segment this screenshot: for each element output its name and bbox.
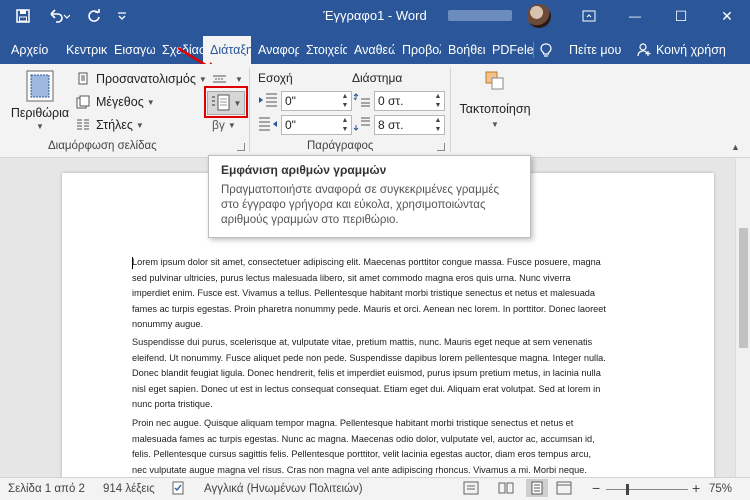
tooltip-body: Πραγματοποιήστε αναφορά σε συγκεκριμένες… [221, 184, 500, 226]
collapse-ribbon-icon[interactable]: ▲ [731, 142, 740, 152]
zoom-out-button[interactable]: − [592, 480, 600, 496]
scrollbar-thumb[interactable] [739, 228, 748, 348]
columns-label: Στήλες [96, 118, 133, 132]
zoom-slider[interactable] [606, 489, 688, 490]
tab-pdfelement[interactable]: PDFelement [485, 36, 533, 64]
tab-home[interactable]: Κεντρική [59, 36, 107, 64]
indent-left-input[interactable]: 0" ▲ ▼ [281, 91, 352, 111]
size-button[interactable]: Μέγεθος ▼ [76, 93, 155, 111]
spacing-label: Διάστημα [352, 71, 403, 85]
columns-icon [77, 119, 89, 130]
page-count[interactable]: Σελίδα 1 από 2 [8, 483, 85, 495]
margins-button[interactable]: Περιθώρια ▼ [10, 68, 70, 138]
spacing-after-value: 8 στ. [378, 118, 404, 132]
vertical-scrollbar[interactable] [735, 158, 750, 477]
print-layout-icon[interactable] [526, 479, 548, 497]
proofing-icon[interactable] [172, 481, 186, 498]
arrange-label: Τακτοποίηση [459, 102, 531, 116]
group-separator [249, 68, 250, 152]
spacing-before-value: 0 στ. [378, 94, 404, 108]
orientation-icon [78, 72, 88, 85]
paragraph-group-label: Παράγραφος [307, 140, 374, 152]
hyphenation-button[interactable]: βγ ▼ [212, 116, 236, 134]
line-numbers-tooltip: Εμφάνιση αριθμών γραμμών Πραγματοποιήστε… [208, 155, 531, 238]
close-button[interactable]: ✕ [704, 0, 750, 32]
tab-review[interactable]: Αναθεώρηση [347, 36, 395, 64]
indent-left-value: 0" [285, 94, 296, 108]
status-bar: Σελίδα 1 από 2 914 λέξεις Αγγλικά (Ηνωμέ… [0, 477, 750, 500]
undo-icon[interactable] [44, 6, 74, 26]
highlight-box [204, 86, 248, 118]
restore-button[interactable]: ☐ [658, 0, 704, 32]
zoom-slider-thumb[interactable] [626, 484, 629, 495]
word-count[interactable]: 914 λέξεις [103, 483, 155, 495]
share-button[interactable]: Κοινή χρήση [651, 36, 750, 64]
breaks-icon [213, 75, 226, 83]
account-name-blurred [448, 10, 512, 21]
zoom-level[interactable]: 75% [709, 483, 732, 495]
indent-right-icon [258, 116, 278, 132]
tab-view[interactable]: Προβολή [395, 36, 441, 64]
indent-label: Εσοχή [258, 71, 293, 85]
orientation-button[interactable]: Προσανατολισμός ▼ [76, 70, 207, 88]
lightbulb-icon[interactable] [538, 36, 554, 64]
spinner-icon[interactable]: ▲ ▼ [432, 116, 444, 134]
size-icon [76, 95, 90, 109]
paragraph-1[interactable]: Lorem ipsum dolor sit amet, consectetuer… [132, 255, 606, 333]
save-icon[interactable] [12, 6, 34, 26]
customize-qat-icon[interactable] [114, 6, 130, 26]
tell-me-search[interactable]: Πείτε μου [556, 36, 628, 64]
language-indicator[interactable]: Αγγλικά (Ηνωμένων Πολιτειών) [204, 483, 363, 495]
arrange-button[interactable]: Τακτοποίηση ▼ [458, 70, 532, 136]
hyphenation-label: βγ [212, 118, 225, 132]
page-setup-group-label: Διαμόρφωση σελίδας [48, 140, 157, 152]
group-separator [450, 68, 451, 152]
spinner-icon[interactable]: ▲ ▼ [432, 92, 444, 110]
avatar[interactable] [527, 4, 551, 28]
arrange-icon [485, 71, 504, 90]
spinner-icon[interactable]: ▲ ▼ [339, 92, 351, 110]
paragraph-3[interactable]: Proin nec augue. Quisque aliquam tempor … [132, 416, 606, 477]
indent-left-icon [258, 92, 278, 108]
indent-right-input[interactable]: 0" ▲ ▼ [281, 115, 352, 135]
indent-right-value: 0" [285, 118, 296, 132]
spacing-after-input[interactable]: 8 στ. ▲ ▼ [374, 115, 445, 135]
focus-mode-icon[interactable] [463, 481, 479, 498]
spacing-after-icon [353, 116, 371, 132]
tab-references[interactable]: Αναφορές [251, 36, 299, 64]
redo-icon[interactable] [84, 6, 104, 26]
tab-insert[interactable]: Εισαγωγή [107, 36, 155, 64]
orientation-label: Προσανατολισμός [96, 72, 196, 86]
read-mode-icon[interactable] [498, 481, 514, 498]
tab-help[interactable]: Βοήθεια [441, 36, 485, 64]
minimize-button[interactable]: — [612, 0, 658, 32]
paragraph-launcher-icon[interactable] [437, 143, 445, 151]
ribbon-layout: Περιθώρια ▼ Προσανατολισμός ▼ Μέγεθος ▼ Στ… [0, 64, 750, 158]
page-setup-launcher-icon[interactable] [237, 143, 245, 151]
spacing-before-input[interactable]: 0 στ. ▲ ▼ [374, 91, 445, 111]
share-user-icon[interactable] [635, 36, 651, 64]
ribbon-tabs: Αρχείο Κεντρική Εισαγωγή Σχεδίαση Διάταξ… [0, 32, 750, 72]
tab-file[interactable]: Αρχείο [0, 36, 54, 64]
columns-button[interactable]: Στήλες ▼ [76, 116, 144, 134]
spacing-before-icon [353, 92, 371, 108]
paragraph-2[interactable]: Suspendisse dui purus, scelerisque at, v… [132, 335, 606, 413]
spinner-icon[interactable]: ▲ ▼ [339, 116, 351, 134]
margins-icon [26, 70, 54, 102]
zoom-in-button[interactable]: + [692, 480, 700, 496]
title-bar: Έγγραφο1 - Word — ☐ ✕ [0, 0, 750, 32]
tab-mailings[interactable]: Στοιχεία [299, 36, 347, 64]
ribbon-display-options-icon[interactable] [566, 0, 612, 32]
tooltip-title: Εμφάνιση αριθμών γραμμών [221, 163, 387, 177]
web-layout-icon[interactable] [556, 481, 572, 498]
size-label: Μέγεθος [96, 95, 144, 109]
margins-label: Περιθώρια [10, 106, 70, 120]
tab-separator [533, 42, 534, 58]
